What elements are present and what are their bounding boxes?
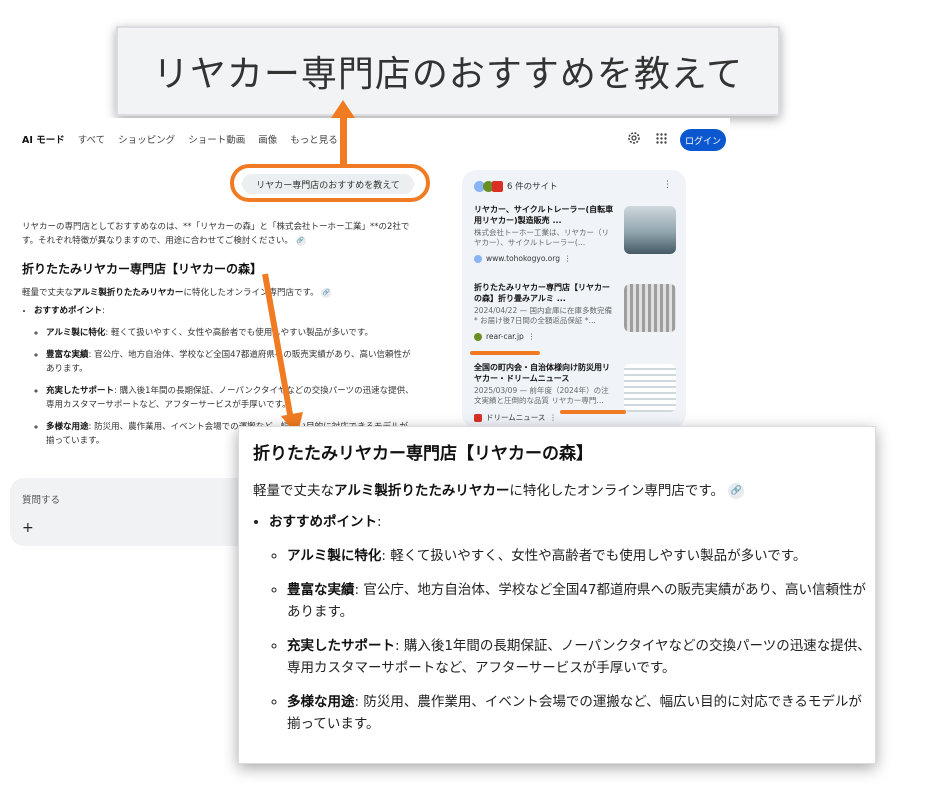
zoom-point-item: アルミ製に特化: 軽くて扱いやすく、女性や高齢者でも使用しやすい製品が多いです。 [287,545,875,567]
answer-intro: リヤカーの専門店としておすすめなのは、**「リヤカーの森」と「株式会社トーホー工… [22,222,410,246]
link-icon[interactable]: 🔗 [321,287,332,298]
tab-all[interactable]: すべて [78,132,105,146]
tab-shopping[interactable]: ショッピング [118,132,175,146]
more-options-icon[interactable]: ⋮ [549,413,557,422]
site-underline-highlight [470,351,540,355]
zoom-point-item: 充実したサポート: 購入後1年間の長期保証、ノーパンクタイヤなどの交換パーツの迅… [287,635,875,679]
tab-images[interactable]: 画像 [258,132,277,146]
more-options-icon[interactable]: ⋮ [528,332,536,341]
link-icon[interactable]: 🔗 [728,483,745,499]
point-item: アルミ製に特化: 軽くて扱いやすく、女性や高齢者でも使用しやすい製品が多いです。 [46,326,414,340]
arrow-down [262,273,303,436]
zoomed-answer-callout: 折りたたみリヤカー専門店【リヤカーの森】 軽量で丈夫なアルミ製折りたたみリヤカー… [238,426,876,764]
point-item: 充実したサポート: 購入後1年間の長期保証、ノーパンクタイヤなどの交換パーツの迅… [46,384,414,412]
zoom-heading: 折りたたみリヤカー専門店【リヤカーの森】 [253,444,593,464]
ask-input[interactable]: 質問する + [10,478,250,546]
apps-grid-icon[interactable] [656,133,667,144]
more-options-icon[interactable]: ⋮ [564,254,572,263]
site-favicon-icon [474,254,482,263]
ai-answer: リヤカーの専門店としておすすめなのは、**「リヤカーの森」と「株式会社トーホー工… [22,220,414,456]
zoom-point-item: 多様な用途: 防災用、農作業用、イベント会場での運搬など、幅広い目的に対応できる… [287,691,875,735]
source-thumbnail [624,364,676,412]
arrow-up [340,116,347,168]
point-item: 豊富な実績: 官公庁、地方自治体、学校など全国47都道府県への販売実績があり、高… [46,348,414,376]
tab-ai-mode[interactable]: AI モード [22,132,65,146]
query-zoom-banner: リヤカー専門店のおすすめを教えて [116,26,780,116]
gear-icon[interactable] [627,131,641,145]
zoom-point-item: 豊富な実績: 官公庁、地方自治体、学校など全国47都道府県への販売実績があり、高… [287,579,875,623]
snippet-underline-highlight [560,410,626,414]
more-options-icon[interactable]: ⋮ [663,180,672,190]
query-highlight-circle [230,164,430,202]
zoom-points-list: おすすめポイント: アルミ製に特化: 軽くて扱いやすく、女性や高齢者でも使用しや… [253,511,875,747]
link-icon[interactable]: 🔗 [295,235,306,246]
answer-heading: 折りたたみリヤカー専門店【リヤカーの森】 [22,262,263,276]
zoom-description: 軽量で丈夫なアルミ製折りたたみリヤカーに特化したオンライン専門店です。 🔗 [253,479,745,499]
answer-description: 軽量で丈夫なアルミ製折りたたみリヤカーに特化したオンライン専門店です。 🔗 [22,287,332,298]
sources-header: 6 件のサイト [474,180,558,192]
login-button[interactable]: ログイン [680,129,726,151]
tab-more[interactable]: もっと見る ▾ [290,132,345,146]
site-favicon-icon [492,180,503,192]
source-card[interactable]: 折りたたみリヤカー専門店【リヤカーの森】折り畳みアルミ ... 2024/04/… [474,282,676,341]
source-card[interactable]: リヤカー、サイクルトレーラー(自転車用リヤカー)製造販売 ... 株式会社トーホ… [474,204,676,263]
source-thumbnail [624,206,676,254]
arrow-up-head [331,100,355,118]
search-nav: AI モード すべて ショッピング ショート動画 画像 もっと見る ▾ [22,132,346,146]
query-zoom-text: リヤカー専門店のおすすめを教えて [152,54,744,95]
tab-short-videos[interactable]: ショート動画 [188,132,245,146]
site-favicon-icon [474,413,482,422]
sources-panel: 6 件のサイト ⋮ リヤカー、サイクルトレーラー(自転車用リヤカー)製造販売 .… [462,170,686,428]
source-thumbnail [624,284,676,332]
plus-icon[interactable]: + [22,520,34,536]
ask-placeholder: 質問する [22,495,61,506]
site-favicon-icon [474,332,482,341]
